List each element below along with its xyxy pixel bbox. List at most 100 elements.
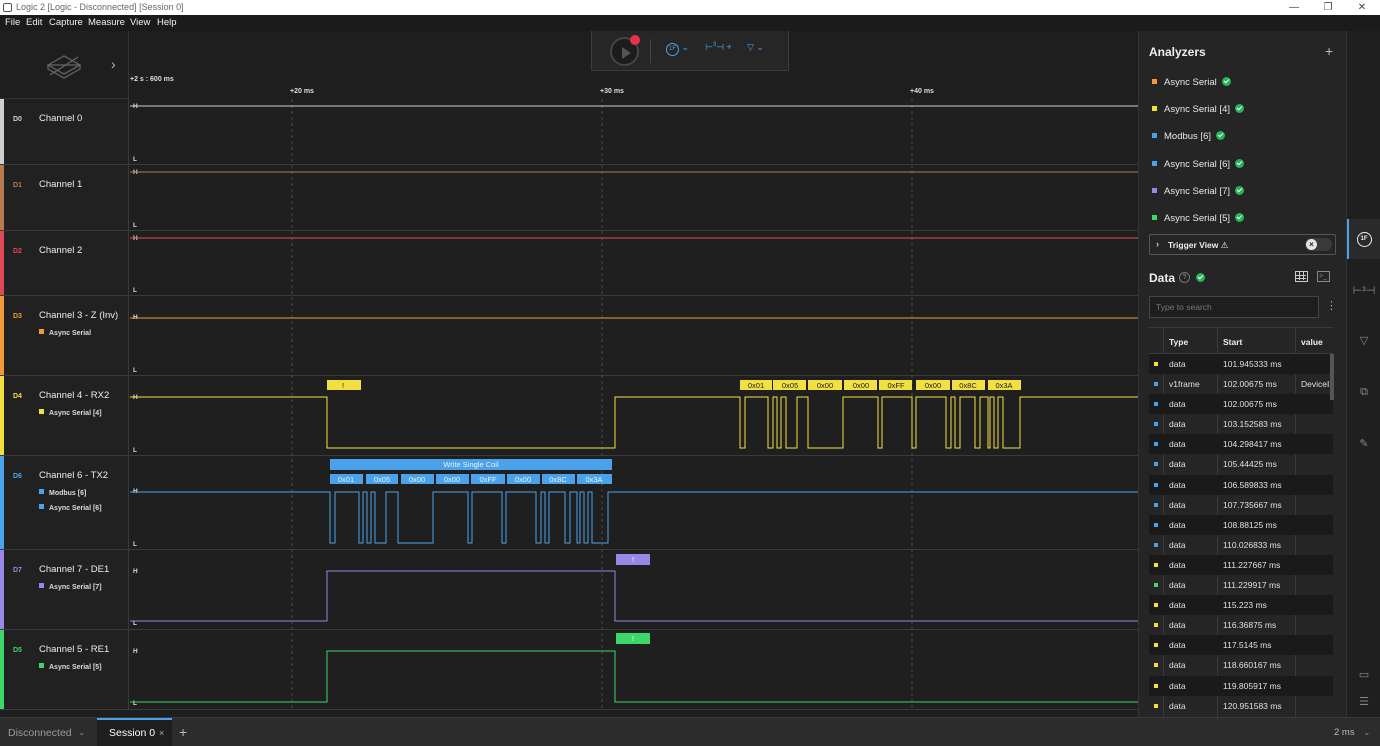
channel-analyzer-tag[interactable]: Async Serial [4] <box>39 409 102 417</box>
channel-analyzer-tag[interactable]: Async Serial <box>39 329 91 337</box>
marker-tab-icon[interactable]: ▽ <box>1347 334 1380 347</box>
channel-name[interactable]: Channel 0 <box>39 113 82 124</box>
table-row[interactable]: data 115.223 ms <box>1149 595 1333 616</box>
trigger-view-toggle[interactable]: × <box>1305 238 1332 251</box>
waveform-canvas[interactable]: HL HL HL HL HL HL HL HL ! 0x01 0x05 0x00… <box>130 99 1138 711</box>
table-row[interactable]: data 103.152583 ms <box>1149 414 1333 434</box>
help-icon[interactable]: ? <box>1179 272 1190 283</box>
chevron-right-icon[interactable]: › <box>1156 239 1159 249</box>
menu-edit[interactable]: Edit <box>26 17 42 28</box>
add-marker-button[interactable]: ▽ ⌄ <box>747 42 764 53</box>
table-row[interactable]: data 120.951583 ms <box>1149 696 1333 716</box>
data-table-scrollbar[interactable] <box>1330 354 1334 400</box>
channel-name[interactable]: Channel 6 - TX2 <box>39 470 108 481</box>
table-row[interactable]: data 110.026833 ms <box>1149 535 1333 555</box>
analyzer-item[interactable]: Async Serial [7] <box>1152 186 1244 197</box>
table-row[interactable]: data 119.805917 ms <box>1149 675 1333 696</box>
table-row[interactable]: data 108.88125 ms <box>1149 514 1333 535</box>
terminal-view-icon[interactable]: >_ <box>1317 271 1330 282</box>
notes-tab-icon[interactable]: ✎ <box>1347 437 1380 450</box>
menu-bar: File Edit Capture Measure View Help <box>0 15 1380 31</box>
row-color-swatch <box>1154 442 1158 447</box>
more-options-icon[interactable]: ⋮ <box>1326 299 1337 312</box>
channel-name[interactable]: Channel 3 - Z (Inv) <box>39 310 118 321</box>
search-input[interactable] <box>1149 296 1319 318</box>
channel-color-stripe <box>0 231 4 295</box>
analyzer-color-swatch <box>39 329 44 334</box>
channel-name[interactable]: Channel 1 <box>39 179 82 190</box>
menu-hamburger-icon[interactable]: ☰ <box>1347 695 1380 708</box>
menu-file[interactable]: File <box>5 17 20 28</box>
timing-tab-icon[interactable]: ⊢³⊣ <box>1347 284 1380 297</box>
channel-label-panel[interactable]: D0 Channel 0 <box>0 99 129 164</box>
menu-view[interactable]: View <box>130 17 150 28</box>
table-row[interactable]: data 102.00675 ms <box>1149 394 1333 415</box>
expand-device-chevron-icon[interactable]: › <box>111 56 116 72</box>
add-session-button[interactable]: + <box>179 724 187 740</box>
table-row[interactable]: v1frame 102.00675 ms DeviceI <box>1149 374 1333 394</box>
table-row[interactable]: data 106.589833 ms <box>1149 474 1333 495</box>
close-window-icon[interactable]: ✕ <box>1352 0 1372 15</box>
timing-markers-button[interactable]: ⊢3⊣ + <box>705 42 732 53</box>
table-row[interactable]: data 104.298417 ms <box>1149 434 1333 455</box>
zoom-level[interactable]: 2 ms <box>1334 727 1355 738</box>
table-row[interactable]: data 111.229917 ms <box>1149 575 1333 595</box>
channel-name[interactable]: Channel 7 - DE1 <box>39 564 109 575</box>
channel-name[interactable]: Channel 5 - RE1 <box>39 644 109 655</box>
cell-start: 101.945333 ms <box>1223 359 1282 369</box>
add-analyzer-button[interactable]: + <box>1325 43 1333 59</box>
analyzers-tab-icon[interactable]: 1F <box>1347 231 1380 247</box>
channel-label-panel[interactable]: D7 Channel 7 - DE1 Async Serial [7] <box>0 550 129 629</box>
channel-name[interactable]: Channel 4 - RX2 <box>39 390 109 401</box>
close-tab-icon[interactable]: × <box>159 728 164 738</box>
cell-type: data <box>1169 559 1186 570</box>
record-indicator-icon <box>630 35 640 45</box>
table-row[interactable]: data 101.945333 ms <box>1149 354 1333 375</box>
trigger-view-row[interactable]: › Trigger View ⚠ × <box>1149 234 1336 255</box>
channel-label-panel[interactable]: D5 Channel 5 - RE1 Async Serial [5] <box>0 630 129 709</box>
table-row[interactable]: data 117.5145 ms <box>1149 635 1333 656</box>
column-header-start[interactable]: Start <box>1223 337 1242 347</box>
table-view-icon[interactable] <box>1295 271 1308 282</box>
row-color-swatch <box>1154 362 1158 366</box>
restore-icon[interactable]: ❐ <box>1318 0 1338 15</box>
menu-help[interactable]: Help <box>157 17 177 28</box>
row-color-swatch <box>1154 462 1158 467</box>
analyzer-color-swatch <box>39 409 44 414</box>
channel-analyzer-tag[interactable]: Async Serial [5] <box>39 663 102 671</box>
channel-label-panel[interactable]: D3 Channel 3 - Z (Inv) Async Serial <box>0 296 129 375</box>
zoom-dropdown-icon[interactable]: ⌄ <box>1363 727 1371 738</box>
extensions-tab-icon[interactable]: ⧉ <box>1347 386 1380 399</box>
channel-label-panel[interactable]: D1 Channel 1 <box>0 165 129 230</box>
channel-label-panel[interactable]: D2 Channel 2 <box>0 231 129 295</box>
chevron-down-icon[interactable]: ⌄ <box>78 727 86 738</box>
channel-analyzer-tag[interactable]: Modbus [6] <box>39 489 86 497</box>
cell-start: 102.00675 ms <box>1223 379 1277 390</box>
minimize-icon[interactable]: — <box>1284 0 1304 15</box>
table-row[interactable]: data 111.227667 ms <box>1149 554 1333 576</box>
analyzer-item[interactable]: Async Serial [6] <box>1152 159 1244 170</box>
channel-name[interactable]: Channel 2 <box>39 245 82 256</box>
menu-capture[interactable]: Capture <box>49 17 83 28</box>
device-status[interactable]: Disconnected <box>8 727 72 739</box>
table-row[interactable]: data 116.36875 ms <box>1149 615 1333 635</box>
menu-measure[interactable]: Measure <box>88 17 125 28</box>
channel-label-panel[interactable]: D6 Channel 6 - TX2 Modbus [6] Async Seri… <box>0 456 129 549</box>
table-row[interactable]: data 118.660167 ms <box>1149 655 1333 675</box>
analyzer-item[interactable]: Async Serial <box>1152 77 1231 88</box>
channel-analyzer-tag[interactable]: Async Serial [7] <box>39 583 102 591</box>
column-header-type[interactable]: Type <box>1169 337 1188 347</box>
table-row[interactable]: data 107.735667 ms <box>1149 495 1333 515</box>
table-row[interactable]: data 105.44425 ms <box>1149 454 1333 474</box>
analyzer-item[interactable]: Modbus [6] <box>1152 131 1225 142</box>
session-tab[interactable]: Session 0 × <box>97 718 172 746</box>
analyzer-item[interactable]: Async Serial [4] <box>1152 104 1244 115</box>
check-icon <box>1235 159 1244 168</box>
channel-label-panel[interactable]: D4 Channel 4 - RX2 Async Serial [4] <box>0 376 129 455</box>
column-header-value[interactable]: value <box>1301 337 1323 347</box>
start-capture-button[interactable] <box>610 35 640 66</box>
feedback-icon[interactable]: ▭ <box>1347 668 1380 681</box>
analyzer-item[interactable]: Async Serial [5] <box>1152 213 1244 224</box>
channel-analyzer-tag[interactable]: Async Serial [6] <box>39 504 102 512</box>
trigger-settings-button[interactable]: 1F ⌄ <box>666 42 689 56</box>
